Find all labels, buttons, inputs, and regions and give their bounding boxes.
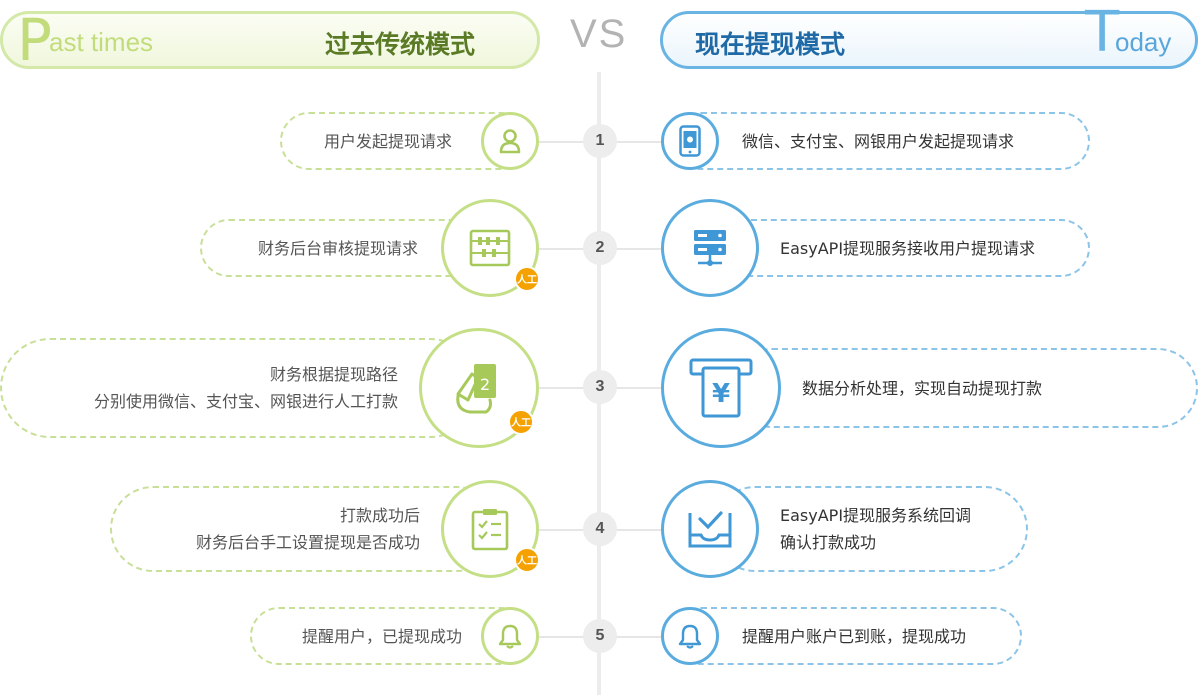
step-number: 1 xyxy=(583,124,617,158)
past-times-label: ast times xyxy=(49,27,154,57)
today-step-3-text: 数据分析处理，实现自动提现打款 xyxy=(802,378,1043,398)
past-step-4-text-line-2: 财务后台手工设置提现是否成功 xyxy=(195,533,420,552)
today-step-4-text-line-1: EasyAPI提现服务系统回调 xyxy=(780,506,972,525)
today-step-2-icon-circle xyxy=(661,199,759,297)
tray-check-icon xyxy=(688,511,732,548)
today-step-5-icon-circle xyxy=(661,607,719,665)
past-step-3-text-line-1: 财务根据提现路径 xyxy=(269,365,398,384)
past-step-3-icon-circle: 2 人工 xyxy=(419,328,539,448)
step-number: 5 xyxy=(583,619,617,653)
past-step-5-text: 提醒用户，已提现成功 xyxy=(301,626,462,646)
manual-badge: 人工 xyxy=(508,409,534,435)
past-step-3-text-line-2: 分别使用微信、支付宝、网银进行人工打款 xyxy=(93,392,398,411)
past-step-4-icon-circle: 人工 xyxy=(441,480,540,578)
abacus-icon xyxy=(469,229,511,267)
svg-text:¥: ¥ xyxy=(712,379,730,409)
manual-badge: 人工 xyxy=(514,266,540,292)
step-number: 4 xyxy=(583,512,617,546)
past-step-3-pill: 财务根据提现路径 分别使用微信、支付宝、网银进行人工打款 xyxy=(0,338,480,438)
past-step-1-text: 用户发起提现请求 xyxy=(323,131,452,151)
past-initial-letter: P xyxy=(17,6,52,74)
bell-icon xyxy=(498,624,522,649)
past-step-2-text: 财务后台审核提现请求 xyxy=(257,238,418,258)
today-step-1-pill: 微信、支付宝、网银用户发起提现请求 xyxy=(672,112,1090,170)
bell-icon xyxy=(678,624,702,649)
mobile-phone-icon xyxy=(679,125,701,157)
today-mode-title: 现在提现模式 xyxy=(695,30,846,59)
today-step-1-text: 微信、支付宝、网银用户发起提现请求 xyxy=(742,131,1015,151)
past-step-2-icon-circle: 人工 xyxy=(441,199,540,297)
today-step-4-icon-circle xyxy=(661,480,759,578)
today-step-4-pill: EasyAPI提现服务系统回调 确认打款成功 xyxy=(712,486,1028,572)
today-header: 现在提现模式 T oday xyxy=(660,0,1198,69)
today-step-3-icon-circle: ¥ xyxy=(661,328,781,448)
atm-yuan-icon: ¥ xyxy=(689,358,753,418)
past-times-header: P ast times 过去传统模式 xyxy=(0,6,540,74)
step-number: 3 xyxy=(583,370,617,404)
today-label: oday xyxy=(1115,27,1172,57)
user-icon xyxy=(499,129,521,154)
today-step-2-text: EasyAPI提现服务接收用户提现请求 xyxy=(780,238,1036,258)
today-step-1-icon-circle xyxy=(661,112,719,170)
vs-label: VS xyxy=(570,12,628,56)
hand-card-icon: 2 xyxy=(456,364,496,414)
past-step-4-text-line-1: 打款成功后 xyxy=(339,506,420,525)
past-step-1-icon-circle xyxy=(481,112,539,170)
clipboard-check-icon xyxy=(471,509,509,551)
step-number: 2 xyxy=(583,231,617,265)
today-step-5-pill: 提醒用户账户已到账，提现成功 xyxy=(672,607,1022,665)
manual-badge: 人工 xyxy=(514,547,540,573)
server-icon xyxy=(694,230,726,266)
past-mode-title: 过去传统模式 xyxy=(325,30,476,59)
today-step-5-text: 提醒用户账户已到账，提现成功 xyxy=(742,626,967,646)
today-step-3-pill: 数据分析处理，实现自动提现打款 xyxy=(732,348,1198,428)
past-step-5-icon-circle xyxy=(481,607,539,665)
svg-text:2: 2 xyxy=(480,375,490,394)
today-step-4-text-line-2: 确认打款成功 xyxy=(780,533,877,552)
today-step-2-pill: EasyAPI提现服务接收用户提现请求 xyxy=(712,219,1090,277)
